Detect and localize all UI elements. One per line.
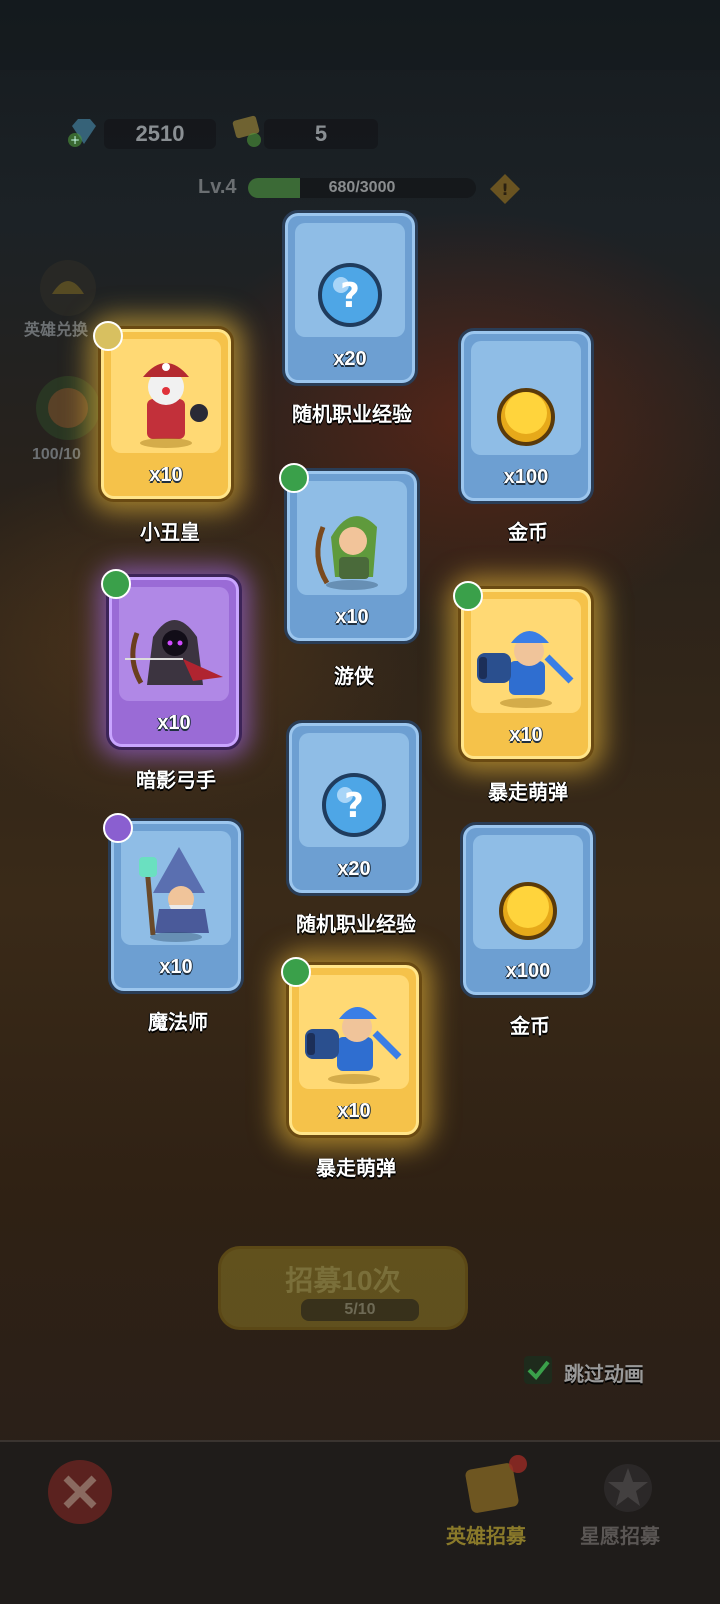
side-count: 100/10 (32, 446, 81, 463)
card-quantity: x10 (335, 606, 369, 628)
card-quantity: x10 (509, 724, 543, 746)
player-level: Lv.4 (198, 176, 237, 198)
wizard-hero (139, 847, 209, 942)
reward-card[interactable]: x100 (460, 822, 596, 998)
gem-icon: + (68, 119, 96, 147)
card-name: 暴走萌弹 (488, 782, 568, 804)
reward-card[interactable]: x10 (281, 957, 422, 1138)
hero-exchange-label: 英雄兑换 (24, 322, 89, 339)
helmet-icon (40, 260, 96, 316)
skip-animation-label: 跳过动画 (564, 1364, 644, 1386)
card-quantity: x100 (505, 960, 551, 982)
cannon-hero (305, 1007, 402, 1084)
card-name: 暗影弓手 (136, 770, 216, 792)
question-orb-icon: ? (322, 773, 386, 837)
gold-coin-icon (497, 388, 555, 446)
tab-hero-recruit-label: 英雄招募 (446, 1526, 526, 1548)
card-name: 随机职业经验 (292, 404, 412, 426)
cannon-hero (477, 631, 574, 708)
reward-card[interactable]: x10 (101, 569, 242, 750)
question-orb-icon: ? (318, 263, 382, 327)
reward-card[interactable]: x10 (93, 321, 234, 502)
staff-icon (103, 813, 133, 843)
card-name: 小丑皇 (140, 522, 200, 544)
bow-icon (101, 569, 131, 599)
warning-icon[interactable]: ! (488, 172, 522, 206)
status-bar (0, 0, 720, 70)
star-wish-icon (604, 1464, 652, 1512)
reward-card[interactable]: ? x20 (286, 720, 422, 896)
ranger-hero (315, 516, 378, 590)
card-quantity: x100 (503, 466, 549, 488)
recruit-title: 招募10次 (285, 1265, 401, 1296)
card-name: 暴走萌弹 (316, 1158, 396, 1180)
card-name: 金币 (508, 522, 548, 544)
card-name: 游侠 (334, 666, 374, 688)
card-quantity: x10 (159, 956, 193, 978)
skull-icon (93, 321, 123, 351)
reward-card[interactable]: x10 (279, 463, 420, 644)
checkmark-icon (527, 1360, 550, 1380)
reward-card[interactable]: ? x20 (282, 210, 418, 386)
ticket-icon (232, 115, 261, 147)
bow-icon (281, 957, 311, 987)
reward-card[interactable]: x10 (453, 581, 594, 762)
clown-king-hero (140, 363, 208, 448)
card-quantity: x20 (333, 348, 367, 370)
gold-coin-icon (499, 882, 557, 940)
gem-count: 2510 (104, 119, 216, 149)
svg-text:?: ? (340, 276, 360, 316)
card-name: 随机职业经验 (296, 914, 416, 936)
shadow-archer-hero (125, 620, 223, 685)
ticket-count: 5 (264, 119, 378, 149)
svg-text:?: ? (344, 786, 364, 826)
svg-text:+: + (70, 133, 80, 147)
recruit-10-button[interactable]: 招募10次 5/10 (218, 1246, 468, 1330)
svg-text:!: ! (501, 180, 508, 199)
reward-card[interactable]: x10 (103, 813, 244, 994)
reward-card[interactable]: x100 (458, 328, 594, 504)
close-icon (48, 1460, 112, 1524)
tab-star-recruit-label: 星愿招募 (580, 1526, 660, 1548)
card-name: 金币 (510, 1016, 550, 1038)
bow-icon (453, 581, 483, 611)
skip-checkbox[interactable] (524, 1356, 552, 1384)
card-quantity: x10 (337, 1100, 371, 1122)
bow-icon (279, 463, 309, 493)
card-quantity: x20 (337, 858, 371, 880)
recruit-progress: 5/10 (301, 1299, 419, 1321)
xp-text: 680/3000 (328, 179, 396, 196)
card-quantity: x10 (157, 712, 191, 734)
card-quantity: x10 (149, 464, 183, 486)
card-name: 魔法师 (148, 1012, 208, 1034)
xp-bar: 680/3000 (248, 178, 476, 198)
scroll-icon (465, 1455, 527, 1513)
reward-icon (36, 376, 100, 440)
